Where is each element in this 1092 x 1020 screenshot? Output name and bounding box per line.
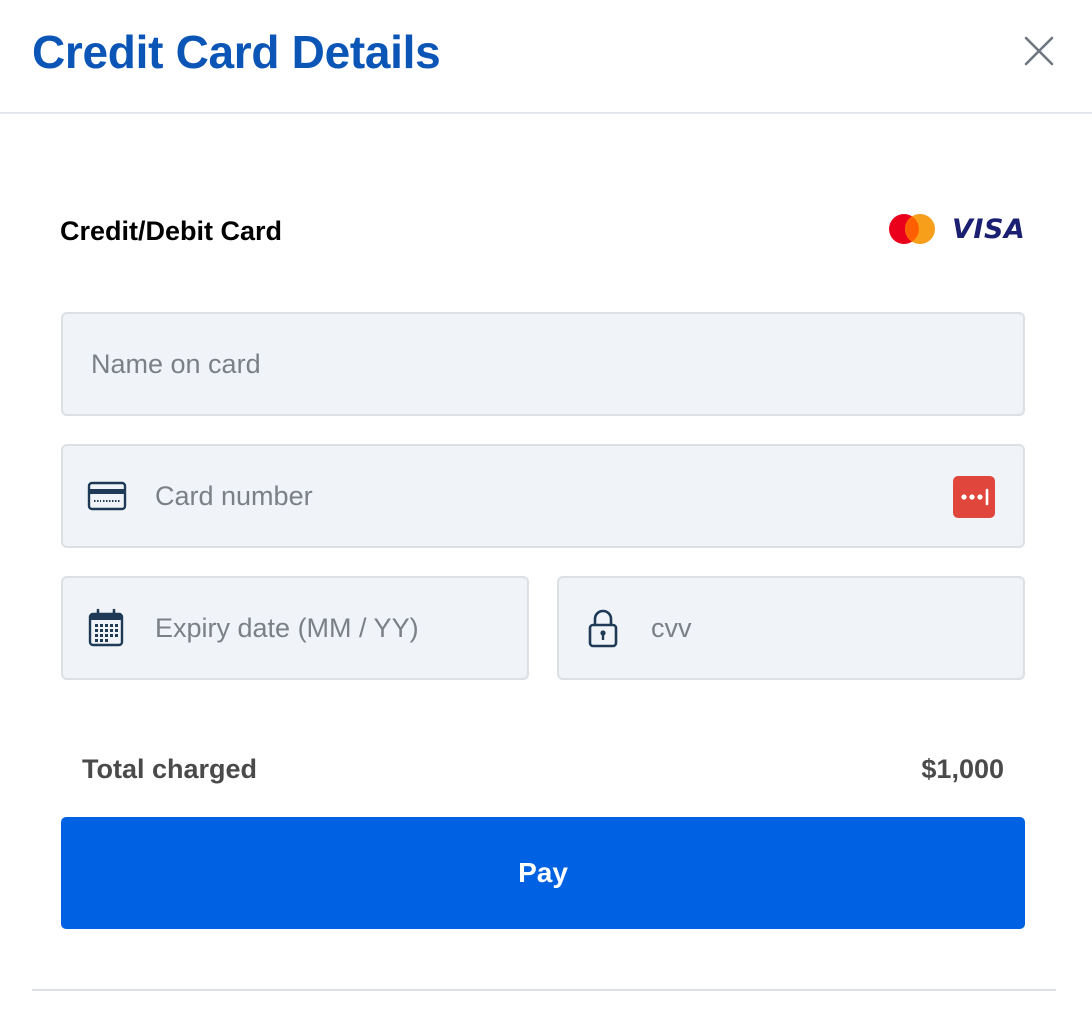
modal-title: Credit Card Details <box>32 26 441 78</box>
total-value: $1,000 <box>921 754 1004 784</box>
name-on-card-input[interactable] <box>91 314 1003 414</box>
total-label: Total charged <box>82 754 258 784</box>
expiry-date-input[interactable] <box>155 578 507 678</box>
payment-method-row: Credit/Debit Card VISA <box>60 208 1026 254</box>
pay-button[interactable]: Pay <box>61 817 1025 929</box>
total-row: Total charged $1,000 <box>82 750 1004 790</box>
visa-logo: VISA <box>952 214 1026 245</box>
calendar-icon <box>87 578 125 678</box>
close-icon <box>1024 36 1054 66</box>
modal-header: Credit Card Details <box>0 0 1092 114</box>
cvv-input[interactable] <box>651 578 1003 678</box>
expiry-date-field[interactable] <box>61 576 529 680</box>
name-on-card-field[interactable] <box>61 312 1025 416</box>
password-manager-icon[interactable] <box>953 476 995 518</box>
cvv-field[interactable] <box>557 576 1025 680</box>
lock-icon <box>587 578 619 678</box>
close-button[interactable] <box>1018 30 1060 72</box>
mastercard-logo <box>889 214 935 244</box>
footer-divider <box>32 989 1056 991</box>
credit-card-icon <box>87 446 127 546</box>
credit-card-modal: Credit Card Details Credit/Debit Card VI… <box>0 0 1092 1020</box>
card-number-input[interactable] <box>155 446 933 546</box>
card-number-field[interactable] <box>61 444 1025 548</box>
payment-method-label: Credit/Debit Card <box>60 216 283 246</box>
